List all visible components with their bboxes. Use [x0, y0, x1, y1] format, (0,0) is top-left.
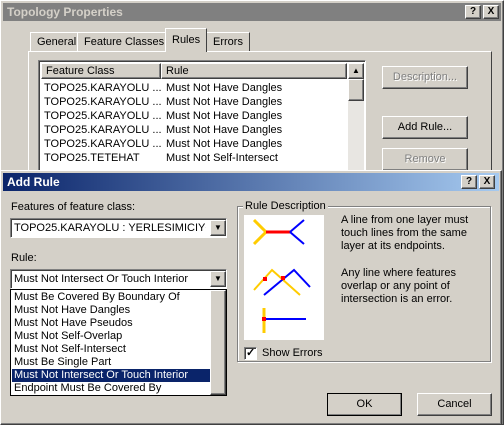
remove-button[interactable]: Remove — [382, 148, 468, 171]
column-header-rule[interactable]: Rule — [161, 63, 347, 79]
rule-dropdown-scrollbar[interactable] — [210, 290, 226, 395]
rule-diagram-icon — [252, 218, 311, 333]
column-header-feature-class[interactable]: Feature Class — [41, 63, 161, 79]
table-row[interactable]: TOPO25.KARAYOLU ... Must Not Have Dangles — [44, 123, 344, 137]
topology-title: Topology Properties — [7, 5, 123, 19]
table-row[interactable]: TOPO25.KARAYOLU ... Must Not Have Dangles — [44, 109, 344, 123]
add-rule-titlebar: Add Rule ? X — [3, 173, 499, 191]
rule-description-text-1: A line from one layer must touch lines f… — [341, 214, 469, 252]
rule-option[interactable]: Must Be Covered By Boundary Of — [12, 291, 210, 304]
feature-class-combo[interactable]: TOPO25.KARAYOLU : YERLESIMICIYOL ▼ — [10, 218, 227, 238]
rule-dropdown-list[interactable]: Must Be Covered By Boundary Of Must Not … — [10, 289, 227, 396]
rules-list[interactable]: Feature Class Rule TOPO25.KARAYOLU ... Mu… — [38, 60, 366, 174]
chevron-down-icon: ▼ — [214, 223, 222, 232]
rule-description-text-2: Any line where features overlap or any p… — [341, 267, 456, 305]
add-rule-help-button[interactable]: ? — [461, 175, 477, 189]
rule-option-selected[interactable]: Must Not Intersect Or Touch Interior — [12, 369, 210, 382]
scroll-thumb[interactable] — [348, 79, 364, 101]
ok-button[interactable]: OK — [327, 393, 402, 416]
table-row[interactable]: TOPO25.KARAYOLU ... Must Not Have Dangles — [44, 81, 344, 95]
rule-dropdown-scroll-thumb[interactable] — [210, 290, 226, 395]
show-errors-label[interactable]: Show Errors — [262, 347, 323, 359]
help-icon: ? — [469, 6, 477, 17]
rule-dropdown-button[interactable]: ▼ — [210, 271, 226, 287]
help-icon: ? — [465, 176, 473, 187]
table-row[interactable]: TOPO25.KARAYOLU ... Must Not Have Dangles — [44, 137, 344, 151]
rule-description-label: Rule Description — [243, 200, 328, 212]
add-rule-title: Add Rule — [7, 175, 60, 189]
close-icon: X — [483, 176, 491, 187]
add-rule-button[interactable]: Add Rule... — [382, 116, 468, 139]
tab-general[interactable]: General — [30, 32, 84, 52]
rule-option[interactable]: Must Not Have Pseudos — [12, 317, 210, 330]
tab-errors[interactable]: Errors — [206, 32, 250, 52]
rule-option[interactable]: Endpoint Must Be Covered By — [12, 382, 210, 395]
feature-class-dropdown-button[interactable]: ▼ — [210, 220, 226, 236]
show-errors-checkbox[interactable]: ✓ — [244, 347, 257, 360]
checkmark-icon: ✓ — [246, 347, 256, 359]
add-rule-dialog: Add Rule ? X Features of feature class: … — [0, 170, 502, 425]
rule-combo-value: Must Not Intersect Or Touch Interior — [14, 273, 189, 285]
table-row[interactable]: TOPO25.TETEHAT Must Not Self-Intersect — [44, 151, 344, 165]
rule-options: Must Be Covered By Boundary Of Must Not … — [12, 291, 210, 395]
feature-class-value: TOPO25.KARAYOLU : YERLESIMICIYOL — [14, 222, 206, 234]
rule-label: Rule: — [11, 252, 37, 264]
table-row[interactable]: TOPO25.KARAYOLU ... Must Not Have Dangles — [44, 95, 344, 109]
topology-close-button[interactable]: X — [483, 5, 499, 19]
topology-help-button[interactable]: ? — [465, 5, 481, 19]
rule-option[interactable]: Must Be Single Part — [12, 356, 210, 369]
chevron-down-icon: ▼ — [214, 274, 222, 283]
description-button[interactable]: Description... — [382, 66, 468, 89]
close-icon: X — [487, 6, 495, 17]
rule-illustration — [244, 215, 324, 340]
scroll-up-button[interactable]: ▲ — [348, 63, 364, 79]
rule-option[interactable]: Must Not Have Dangles — [12, 304, 210, 317]
rule-combo[interactable]: Must Not Intersect Or Touch Interior ▼ — [10, 269, 227, 289]
arrow-up-icon: ▲ — [352, 66, 360, 75]
rules-list-scrollbar[interactable]: ▲ — [348, 63, 364, 173]
tab-feature-classes[interactable]: Feature Classes — [77, 32, 172, 52]
rule-option[interactable]: Must Not Self-Intersect — [12, 343, 210, 356]
add-rule-close-button[interactable]: X — [479, 175, 495, 189]
rules-list-rows: TOPO25.KARAYOLU ... Must Not Have Dangles… — [44, 81, 344, 165]
topology-titlebar: Topology Properties ? X — [3, 3, 501, 21]
tab-rules[interactable]: Rules — [165, 28, 208, 52]
rule-option[interactable]: Must Not Self-Overlap — [12, 330, 210, 343]
cancel-button[interactable]: Cancel — [417, 393, 492, 416]
features-label: Features of feature class: — [11, 201, 136, 213]
